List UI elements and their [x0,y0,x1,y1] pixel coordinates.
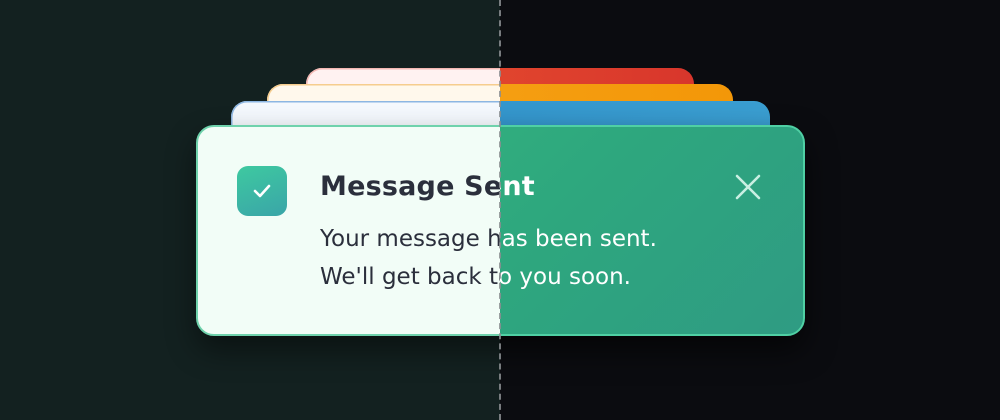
success-toast: Message Sent Your message has been sent.… [196,125,500,336]
toast-title: Message Sent [320,171,500,202]
toast-message-line-2: We'll get back to you soon. [320,264,500,290]
close-icon[interactable] [734,173,762,201]
toast-message-line-1: Your message has been sent. [320,226,500,252]
theme-split-divider [499,0,501,420]
toast-message-line-2: We'll get back to you soon. [500,264,631,290]
light-theme-preview: Message Sent Your message has been sent.… [0,0,500,420]
success-toast: Message Sent Your message has been sent.… [500,125,805,336]
toast-title: Message Sent [500,171,535,202]
toast-message-line-1: Your message has been sent. [500,226,657,252]
check-icon [237,166,287,216]
dark-theme-preview: Message Sent Your message has been sent.… [500,0,1000,420]
